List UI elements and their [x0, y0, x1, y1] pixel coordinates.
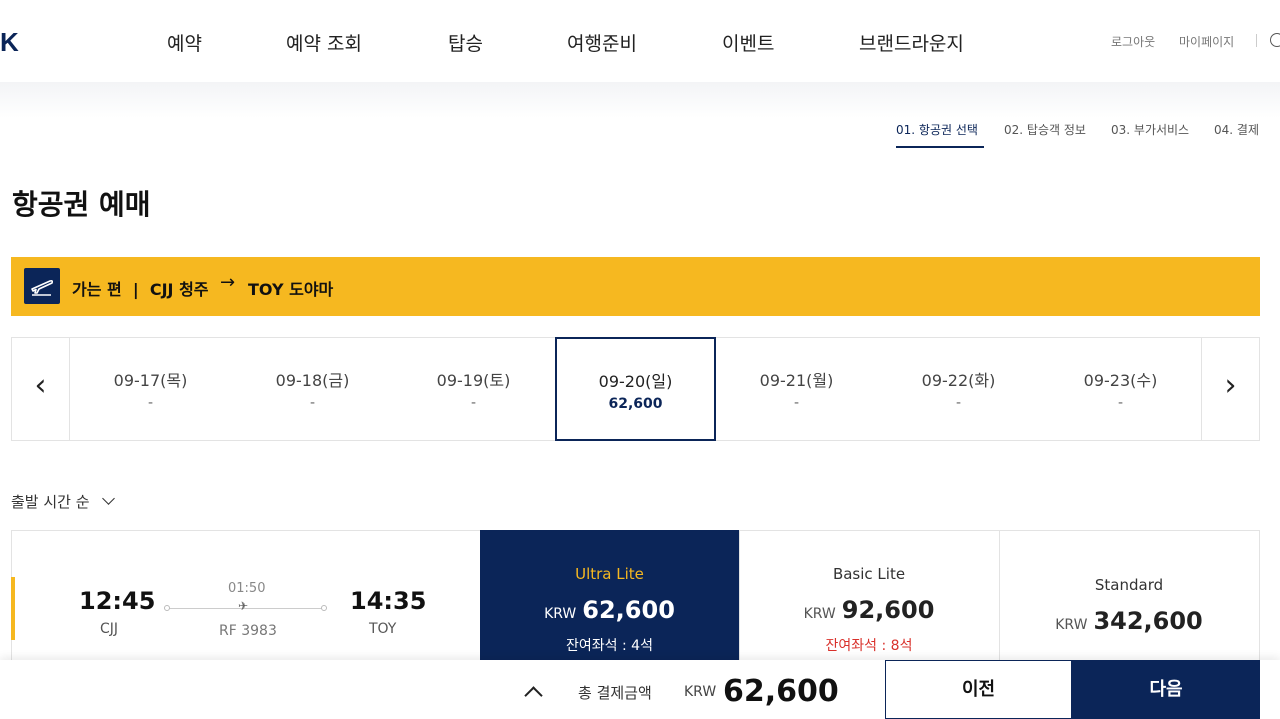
date-price: 62,600 [608, 396, 663, 412]
date-price: - [955, 395, 962, 411]
fare-amount: 62,600 [582, 596, 675, 624]
arrival-airport-code: TOY [369, 621, 397, 637]
total-amount: 62,600 [723, 674, 839, 709]
flight-number: RF 3983 [219, 623, 277, 639]
nav-item-boarding[interactable]: 탑승 [448, 29, 483, 56]
prev-week-button[interactable]: ‹ [12, 338, 70, 440]
flight-row: 12:45 CJJ 01:50 ✈ RF 3983 14:35 TOY Ultr… [11, 530, 1260, 670]
header-shadow-band [0, 82, 1280, 118]
date-option[interactable]: 09-21(월) - [716, 338, 877, 440]
departure-airport-code: CJJ [100, 621, 119, 637]
date-option[interactable]: 09-22(화) - [878, 338, 1039, 440]
date-price: - [793, 395, 800, 411]
departure-time: 12:45 [79, 587, 156, 615]
nav-item-booking-lookup[interactable]: 예약 조회 [286, 29, 362, 56]
fare-price: KRW 92,600 [740, 596, 998, 624]
date-option[interactable]: 09-18(금) - [232, 338, 393, 440]
date-label: 09-23(수) [1083, 371, 1158, 390]
step-flight-select: 01. 항공권 선택 [896, 123, 978, 137]
payment-summary-bar: 총 결제금액 KRW 62,600 이전 다음 [0, 660, 1280, 719]
logout-link[interactable]: 로그아웃 [1111, 33, 1155, 50]
route-arrow: → [220, 272, 236, 293]
next-button[interactable]: 다음 [1072, 660, 1260, 719]
total-amount-label: 총 결제금액 [578, 684, 652, 702]
date-label: 09-22(화) [921, 371, 996, 390]
next-week-button[interactable]: › [1201, 338, 1259, 440]
route-destination: TOY 도야마 [248, 280, 334, 299]
date-label: 09-18(금) [275, 371, 350, 390]
fare-amount: 92,600 [841, 596, 935, 624]
route-end-dot [321, 605, 327, 611]
nav-item-booking[interactable]: 예약 [167, 29, 202, 56]
date-label: 09-20(일) [598, 372, 673, 391]
flight-duration: 01:50 [228, 581, 266, 596]
route-origin: 가는 편 | CJJ 청주 [72, 280, 209, 299]
arrival-time: 14:35 [350, 587, 427, 615]
date-label: 09-17(목) [113, 371, 188, 390]
fare-name: Standard [1094, 576, 1164, 594]
departure-plane-icon [24, 268, 60, 304]
chevron-down-icon[interactable] [102, 492, 115, 505]
chevron-up-icon[interactable] [524, 686, 543, 705]
flight-accent-bar [11, 577, 15, 640]
airplane-icon: ✈ [238, 599, 249, 613]
page-title: 항공권 예매 [12, 188, 151, 221]
date-selector: ‹ 09-17(목) - 09-18(금) - 09-19(토) - 09-20… [11, 337, 1260, 441]
date-option[interactable]: 09-23(수) - [1040, 338, 1201, 440]
step-payment: 04. 결제 [1214, 123, 1259, 137]
date-option-selected[interactable]: 09-20(일) 62,600 [555, 337, 716, 441]
utility-divider [1256, 34, 1257, 47]
nav-item-events[interactable]: 이벤트 [722, 29, 774, 56]
date-price: - [470, 395, 477, 411]
step-passenger-info: 02. 탑승객 정보 [1004, 123, 1086, 137]
nav-item-brand-lounge[interactable]: 브랜드라운지 [859, 29, 964, 56]
fare-currency: KRW [544, 606, 577, 622]
date-label: 09-21(월) [759, 371, 834, 390]
chevron-right-icon: › [1224, 368, 1237, 403]
globe-icon[interactable] [1270, 33, 1280, 47]
brand-logo[interactable]: K [0, 27, 19, 58]
sort-dropdown[interactable]: 출발 시간 순 [11, 491, 90, 512]
route-start-dot [164, 605, 170, 611]
date-option[interactable]: 09-17(목) - [70, 338, 231, 440]
date-price: - [1117, 395, 1124, 411]
fare-currency: KRW [803, 606, 836, 622]
nav-item-travel-prep[interactable]: 여행준비 [567, 29, 637, 56]
fare-option-basic-lite[interactable]: Basic Lite KRW 92,600 잔여좌석 : 8석 [739, 530, 998, 670]
site-header: K 예약 예약 조회 탑승 여행준비 이벤트 브랜드라운지 로그아웃 마이페이지 [0, 0, 1280, 82]
fare-option-ultra-lite[interactable]: Ultra Lite KRW 62,600 잔여좌석 : 4석 [480, 530, 739, 670]
date-price: - [147, 395, 154, 411]
date-price: - [309, 395, 316, 411]
prev-button[interactable]: 이전 [885, 660, 1072, 719]
total-currency: KRW [684, 684, 717, 700]
fare-price: KRW 342,600 [1000, 607, 1258, 635]
date-option[interactable]: 09-19(토) - [393, 338, 554, 440]
fare-option-standard[interactable]: Standard KRW 342,600 [999, 530, 1258, 670]
chevron-left-icon: ‹ [34, 368, 47, 403]
fare-seats-remaining: 잔여좌석 : 4석 [566, 638, 653, 654]
fare-name: Basic Lite [832, 565, 906, 583]
fare-name: Ultra Lite [575, 565, 644, 583]
step-extra-services: 03. 부가서비스 [1111, 123, 1190, 137]
date-label: 09-19(토) [436, 371, 511, 390]
fare-amount: 342,600 [1093, 607, 1203, 635]
fare-price: KRW 62,600 [480, 596, 739, 624]
mypage-link[interactable]: 마이페이지 [1179, 33, 1234, 50]
active-step-indicator [896, 146, 984, 148]
fare-currency: KRW [1055, 617, 1088, 633]
fare-seats-remaining: 잔여좌석 : 8석 [825, 638, 913, 654]
route-banner: 가는 편 | CJJ 청주 → TOY 도야마 [11, 257, 1260, 316]
